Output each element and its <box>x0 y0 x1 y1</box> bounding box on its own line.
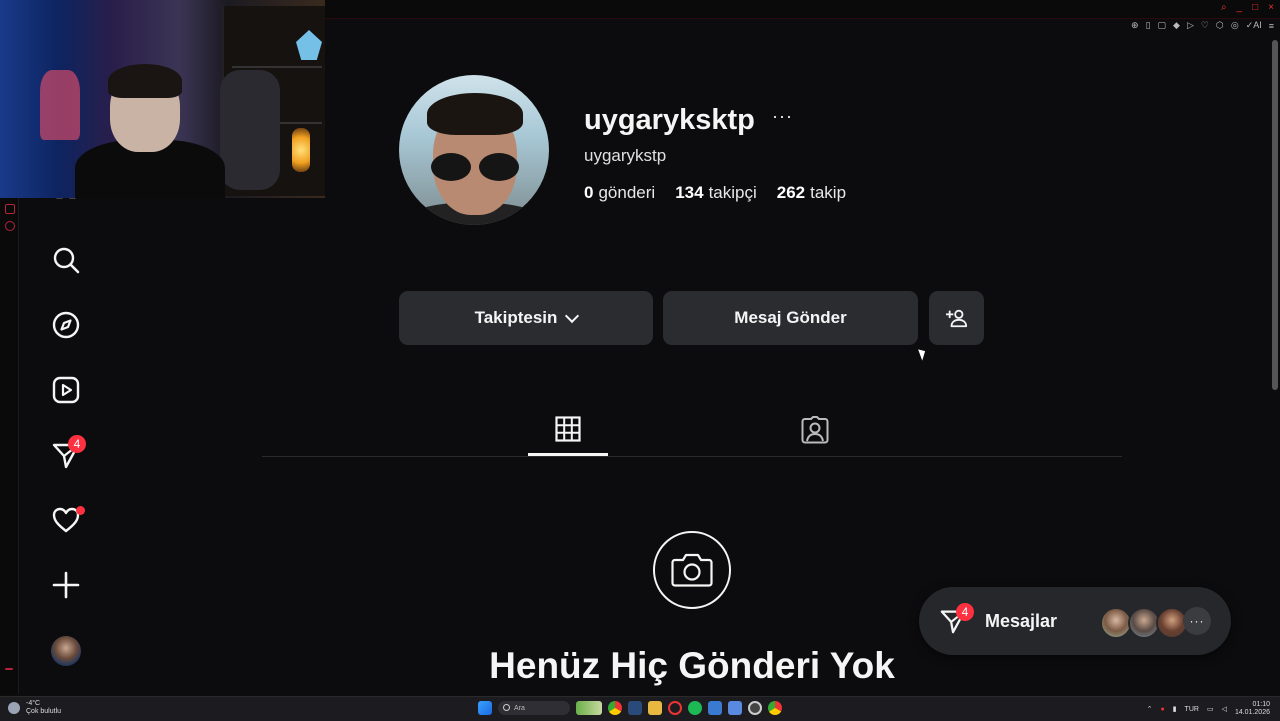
weather-widget[interactable]: -4°C Çok bulutlu <box>26 700 61 716</box>
profile-tabs <box>262 404 1122 457</box>
app-icon[interactable] <box>728 701 742 715</box>
browser-toolbar: ⊕ ▯ ▢ ◆ ▷ ♡ ⬡ ◎ ✓AI ≡ <box>1131 20 1274 31</box>
sidenav-search[interactable] <box>50 244 82 276</box>
grid-icon <box>555 415 581 442</box>
sidenav-notifications[interactable] <box>50 504 85 536</box>
shield-icon[interactable]: ◆ <box>1173 20 1180 31</box>
window-controls: ⌕ _ □ × <box>1221 2 1274 13</box>
opera-icon[interactable] <box>668 701 682 715</box>
compass-icon <box>52 311 80 339</box>
search-icon <box>53 247 80 274</box>
mic-icon[interactable]: ▮ <box>1173 705 1177 713</box>
sidenav-create[interactable] <box>50 569 82 601</box>
windows-taskbar: -4°C Çok bulutlu Ara ⌃ ● ▮ TUR ▭ ◁ 01:10… <box>0 696 1280 721</box>
tab-tagged[interactable] <box>775 404 855 455</box>
messages-floating-bar[interactable]: 4 Mesajlar ··· <box>919 587 1231 655</box>
stat-followers[interactable]: 134 takipçi <box>675 183 757 203</box>
weather-desc: Çok bulutlu <box>26 708 62 715</box>
cube-icon[interactable]: ⬡ <box>1216 20 1224 31</box>
play-icon[interactable]: ▷ <box>1187 20 1194 31</box>
extensions-icon[interactable]: ◎ <box>1231 20 1239 31</box>
obs-icon[interactable] <box>748 701 762 715</box>
clock-date: 14.01.2026 <box>1234 709 1270 716</box>
sidenav-messages[interactable]: 4 <box>50 435 86 471</box>
taskbar-apps: Ara <box>478 701 782 715</box>
stat-posts: 0 gönderi <box>584 183 656 202</box>
ai-icon[interactable]: ✓AI <box>1246 20 1262 31</box>
messages-badge: 4 <box>68 435 86 453</box>
webcam-lamp <box>292 128 310 172</box>
send-message-button[interactable]: Mesaj Gönder <box>663 291 918 345</box>
zoom-icon[interactable]: ⊕ <box>1131 20 1139 31</box>
tab-posts[interactable] <box>528 404 608 456</box>
tagged-icon <box>801 415 829 443</box>
messages-bar-label: Mesajlar <box>985 611 1058 631</box>
messages-bar-badge: 4 <box>956 603 974 621</box>
following-button[interactable]: Takiptesin <box>399 291 653 345</box>
following-button-label: Takiptesin <box>474 308 558 327</box>
widget-icon[interactable] <box>576 701 602 715</box>
profile-options-button[interactable]: ··· <box>772 106 793 127</box>
steam-icon[interactable] <box>628 701 642 715</box>
camera-icon <box>671 553 713 587</box>
home-icon[interactable] <box>5 204 15 214</box>
language-indicator[interactable]: TUR <box>1185 706 1199 713</box>
reels-icon <box>52 376 80 404</box>
suggest-users-button[interactable] <box>929 291 984 345</box>
heart-icon[interactable]: ♡ <box>1201 20 1209 31</box>
add-user-icon <box>945 309 967 328</box>
profile-fullname: uygarykstp <box>584 146 667 165</box>
profile-username: uygaryksktp <box>584 104 755 136</box>
profile-avatar[interactable] <box>399 75 549 225</box>
sidenav-explore[interactable] <box>50 309 82 341</box>
settings-icon[interactable] <box>5 221 15 231</box>
sidenav-reels[interactable] <box>50 374 82 406</box>
webcam-person <box>70 60 280 198</box>
notification-dot <box>76 506 85 515</box>
plus-icon <box>52 571 80 599</box>
search-icon[interactable]: ⌕ <box>1221 2 1227 13</box>
webcam-overlay <box>0 0 325 198</box>
clock-time: 01:10 <box>1252 701 1270 708</box>
page-icon[interactable]: ▢ <box>1158 20 1167 31</box>
send-message-label: Mesaj Gönder <box>734 308 847 327</box>
weather-icon <box>8 702 20 714</box>
chrome-icon[interactable] <box>608 701 622 715</box>
network-icon[interactable]: ▭ <box>1207 705 1214 713</box>
taskbar-search[interactable]: Ara <box>498 701 570 715</box>
more-conversations-button[interactable]: ··· <box>1183 607 1211 635</box>
stat-following[interactable]: 262 takip <box>777 183 846 203</box>
mic-icon[interactable]: ▯ <box>1146 20 1151 31</box>
mouse-cursor <box>918 347 928 361</box>
weather-temp: -4°C <box>26 700 41 707</box>
profile-stats: 0 gönderi 134 takipçi 262 takip <box>584 183 846 203</box>
empty-state-camera <box>653 531 731 609</box>
folder-icon[interactable] <box>648 701 662 715</box>
chrome-icon[interactable] <box>768 701 782 715</box>
app-tray-icon[interactable]: ● <box>1160 706 1164 713</box>
taskbar-clock[interactable]: 01:10 14.01.2026 <box>1235 701 1270 717</box>
spotify-icon[interactable] <box>688 701 702 715</box>
maximize-button[interactable]: □ <box>1252 2 1258 13</box>
chevron-down-icon <box>565 308 580 323</box>
menu-icon[interactable]: ≡ <box>1269 21 1274 31</box>
app-icon[interactable] <box>708 701 722 715</box>
close-button[interactable]: × <box>1268 2 1274 13</box>
system-tray: ⌃ ● ▮ TUR ▭ ◁ 01:10 14.01.2026 <box>1147 701 1270 717</box>
volume-icon[interactable]: ◁ <box>1222 705 1227 713</box>
chevron-up-icon[interactable]: ⌃ <box>1147 705 1153 713</box>
page-scrollbar[interactable] <box>1272 40 1278 390</box>
start-icon[interactable] <box>478 701 492 715</box>
minimize-button[interactable]: _ <box>1237 2 1243 13</box>
